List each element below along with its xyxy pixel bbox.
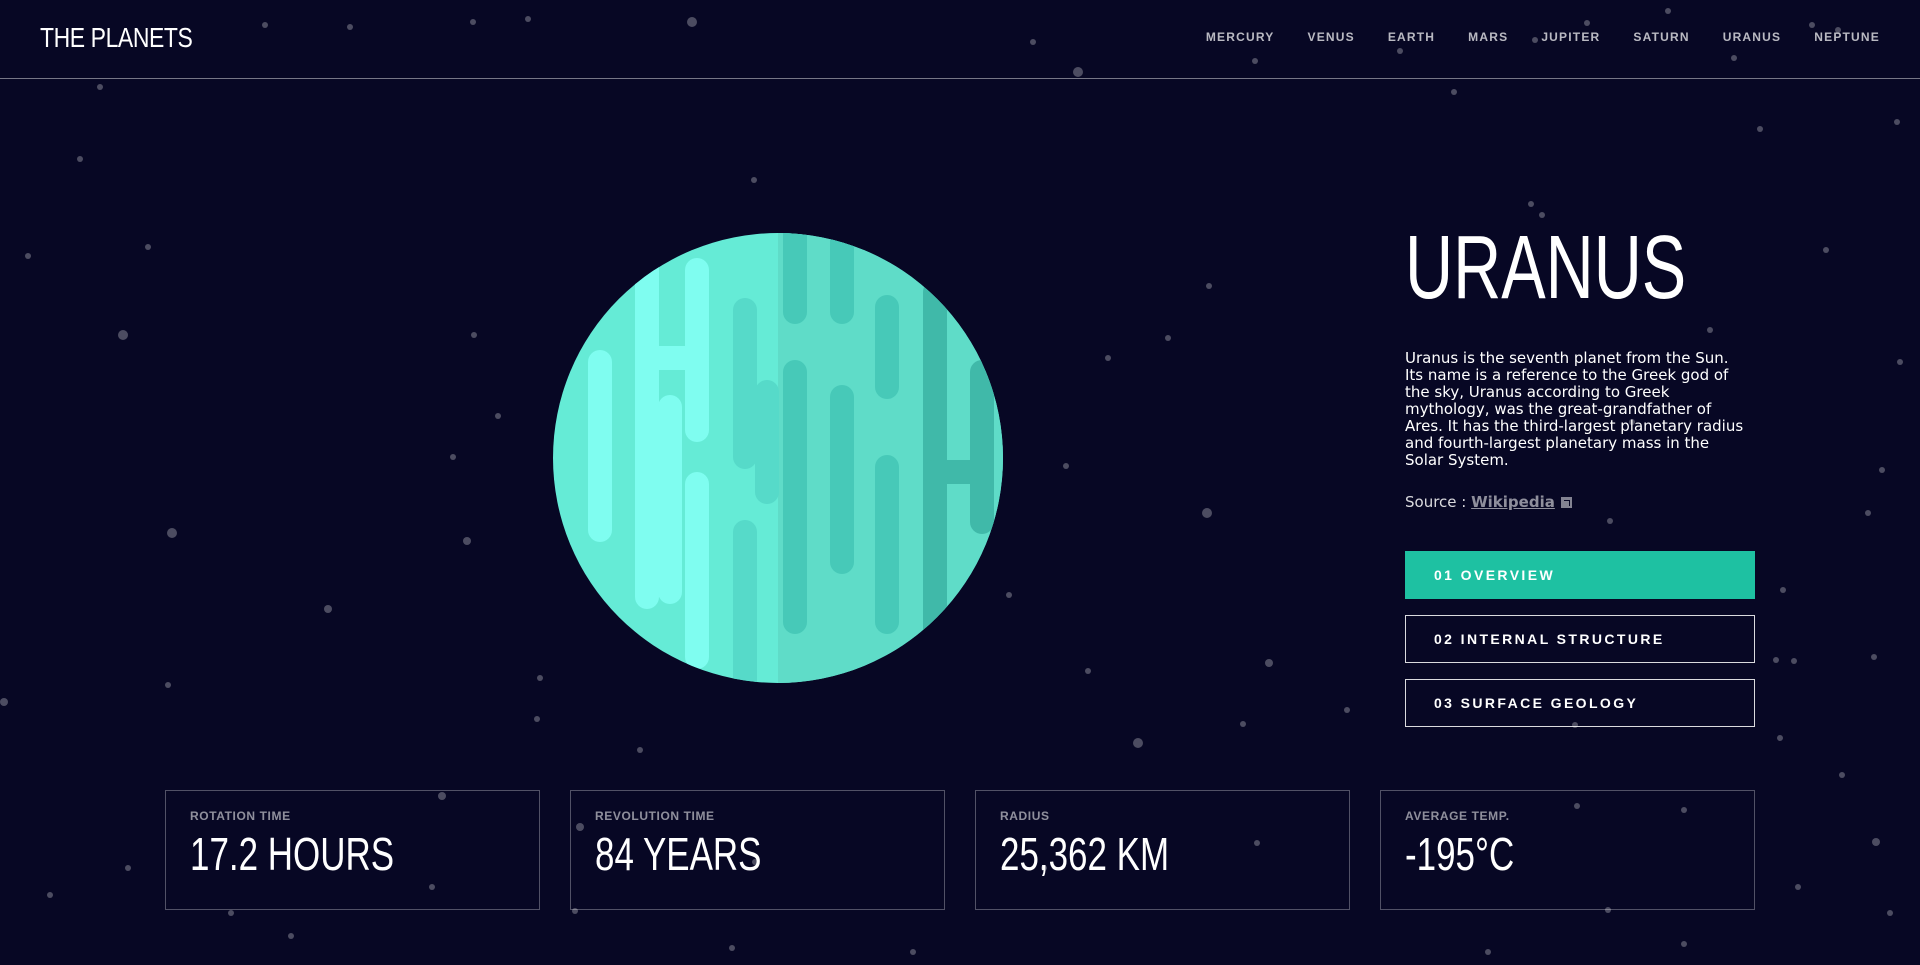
nav-item-saturn[interactable]: SATURN bbox=[1633, 30, 1689, 44]
tab-overview[interactable]: 01 OVERVIEW bbox=[1405, 551, 1755, 599]
top-header: THE PLANETS MERCURY VENUS EARTH MARS JUP… bbox=[0, 0, 1920, 79]
tab-number: 03 bbox=[1434, 695, 1455, 711]
tab-label: INTERNAL STRUCTURE bbox=[1460, 631, 1665, 647]
site-logo[interactable]: THE PLANETS bbox=[40, 22, 193, 54]
nav-item-venus[interactable]: VENUS bbox=[1307, 30, 1354, 44]
source-line: Source : Wikipedia bbox=[1405, 493, 1755, 511]
stat-card-revolution: REVOLUTION TIME 84 YEARS bbox=[570, 790, 945, 910]
source-label: Source : bbox=[1405, 493, 1467, 511]
planet-illustration bbox=[553, 233, 1003, 683]
stat-card-rotation: ROTATION TIME 17.2 HOURS bbox=[165, 790, 540, 910]
stat-value: 84 YEARS bbox=[595, 828, 762, 880]
view-tabs: 01 OVERVIEW 02 INTERNAL STRUCTURE 03 SUR… bbox=[1405, 551, 1755, 727]
planet-description: Uranus is the seventh planet from the Su… bbox=[1405, 349, 1744, 469]
stat-label: RADIUS bbox=[1000, 809, 1050, 823]
planet-nav: MERCURY VENUS EARTH MARS JUPITER SATURN … bbox=[1206, 30, 1880, 44]
stat-label: AVERAGE TEMP. bbox=[1405, 809, 1510, 823]
stat-label: REVOLUTION TIME bbox=[595, 809, 715, 823]
stat-value: 25,362 KM bbox=[1000, 828, 1170, 880]
tab-internal-structure[interactable]: 02 INTERNAL STRUCTURE bbox=[1405, 615, 1755, 663]
stat-label: ROTATION TIME bbox=[190, 809, 291, 823]
stat-card-radius: RADIUS 25,362 KM bbox=[975, 790, 1350, 910]
tab-number: 01 bbox=[1434, 567, 1455, 583]
nav-item-uranus[interactable]: URANUS bbox=[1723, 30, 1782, 44]
source-link[interactable]: Wikipedia bbox=[1471, 493, 1555, 511]
stat-value: -195°C bbox=[1405, 828, 1515, 880]
tab-surface-geology[interactable]: 03 SURFACE GEOLOGY bbox=[1405, 679, 1755, 727]
stat-value: 17.2 HOURS bbox=[190, 828, 395, 880]
nav-item-mars[interactable]: MARS bbox=[1468, 30, 1508, 44]
external-link-icon[interactable] bbox=[1560, 497, 1572, 508]
tab-label: SURFACE GEOLOGY bbox=[1460, 695, 1639, 711]
planet-info-panel: URANUS Uranus is the seventh planet from… bbox=[1405, 222, 1755, 727]
nav-item-jupiter[interactable]: JUPITER bbox=[1541, 30, 1600, 44]
nav-item-neptune[interactable]: NEPTUNE bbox=[1814, 30, 1880, 44]
stat-card-temperature: AVERAGE TEMP. -195°C bbox=[1380, 790, 1755, 910]
planet-stats: ROTATION TIME 17.2 HOURS REVOLUTION TIME… bbox=[165, 790, 1755, 910]
tab-label: OVERVIEW bbox=[1460, 567, 1556, 583]
nav-item-earth[interactable]: EARTH bbox=[1388, 30, 1435, 44]
nav-item-mercury[interactable]: MERCURY bbox=[1206, 30, 1275, 44]
tab-number: 02 bbox=[1434, 631, 1455, 647]
planet-title: URANUS bbox=[1405, 218, 1687, 318]
